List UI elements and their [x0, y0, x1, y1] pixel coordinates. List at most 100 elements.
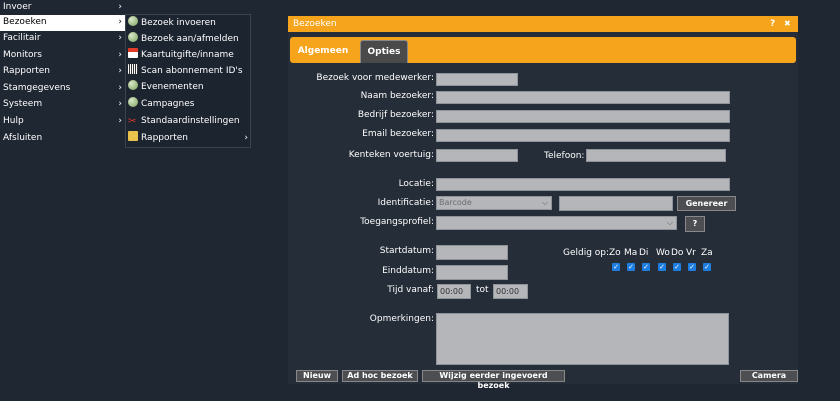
- submenu-item-kaartuitgifte[interactable]: Kaartuitgifte/inname: [128, 47, 248, 63]
- chevron-right-icon: ›: [118, 116, 122, 126]
- submenu-item-campagnes[interactable]: Campagnes: [128, 96, 248, 112]
- menu-label: Facilitair: [3, 33, 41, 43]
- chevron-down-icon: ⌵: [541, 198, 548, 207]
- medewerker-field[interactable]: [436, 73, 518, 86]
- menu-item-invoer[interactable]: Invoer ›: [0, 0, 125, 16]
- locatie-field[interactable]: [436, 178, 730, 191]
- chevron-down-icon: ⌵: [666, 218, 673, 227]
- day-label-zo: Zo: [609, 248, 621, 258]
- submenu-label: Kaartuitgifte/inname: [141, 50, 234, 60]
- menu-label: Afsluiten: [3, 133, 43, 143]
- menu-item-afsluiten[interactable]: Afsluiten: [0, 131, 125, 147]
- menu-item-systeem[interactable]: Systeem ›: [0, 97, 125, 113]
- scan-icon: [128, 64, 138, 74]
- identificatie-value: Barcode: [439, 198, 472, 207]
- globe-icon: [128, 16, 138, 26]
- email-label: Email bezoeker:: [362, 129, 434, 139]
- menu-label: Bezoeken: [3, 17, 47, 27]
- opmerkingen-textarea[interactable]: [436, 313, 729, 365]
- day-checkbox-ma[interactable]: ✓: [627, 263, 635, 271]
- submenu-label: Standaardinstellingen: [141, 116, 240, 126]
- tijd-tot-field[interactable]: 00:00: [493, 284, 528, 299]
- chevron-right-icon: ›: [118, 33, 122, 43]
- bezoeken-submenu: Bezoek invoeren Bezoek aan/afmelden Kaar…: [125, 14, 251, 148]
- kenteken-field[interactable]: [436, 149, 518, 162]
- adhoc-bezoek-button[interactable]: Ad hoc bezoek: [342, 370, 418, 382]
- card-icon: [128, 48, 138, 58]
- report-icon: [128, 131, 138, 141]
- toegangsprofiel-select[interactable]: ⌵: [436, 216, 677, 230]
- toegangsprofiel-label: Toegangsprofiel:: [360, 217, 434, 227]
- submenu-item-standaardinstellingen[interactable]: ✂ Standaardinstellingen: [128, 113, 248, 129]
- menu-label: Rapporten: [3, 66, 50, 76]
- tools-icon: ✂: [128, 116, 137, 127]
- wijzig-bezoek-button[interactable]: Wijzig eerder ingevoerd bezoek: [422, 370, 565, 390]
- submenu-label: Campagnes: [141, 99, 195, 109]
- camera-button[interactable]: Camera: [740, 370, 798, 382]
- day-label-do: Do: [671, 248, 684, 258]
- day-checkbox-za[interactable]: ✓: [703, 263, 711, 271]
- tot-label: tot: [476, 285, 489, 295]
- chevron-right-icon: ›: [118, 99, 122, 109]
- submenu-item-scan-abonnement[interactable]: Scan abonnement ID's: [128, 63, 248, 79]
- menu-label: Invoer: [3, 2, 32, 12]
- submenu-label: Bezoek aan/afmelden: [141, 34, 239, 44]
- submenu-item-evenementen[interactable]: Evenementen: [128, 79, 248, 95]
- day-checkbox-do[interactable]: ✓: [673, 263, 681, 271]
- toegangsprofiel-help-button[interactable]: ?: [685, 216, 705, 232]
- close-icon[interactable]: ✖: [784, 16, 791, 32]
- nieuw-button[interactable]: Nieuw: [296, 370, 338, 382]
- dialog-titlebar: Bezoeken ? ✖: [288, 16, 798, 32]
- submenu-item-bezoek-aanafmelden[interactable]: Bezoek aan/afmelden: [128, 31, 248, 47]
- email-field[interactable]: [436, 129, 730, 142]
- bedrijf-label: Bedrijf bezoeker:: [357, 110, 434, 120]
- einddatum-field[interactable]: [436, 265, 508, 280]
- day-label-ma: Ma: [624, 248, 638, 258]
- menu-label: Systeem: [3, 99, 43, 109]
- day-checkbox-wo[interactable]: ✓: [658, 263, 666, 271]
- identificatie-label: Identificatie:: [377, 198, 434, 208]
- day-label-vr: Vr: [686, 248, 696, 258]
- naam-field[interactable]: [436, 91, 730, 104]
- globe-icon: [128, 32, 138, 42]
- identificatie-select[interactable]: Barcode ⌵: [436, 196, 552, 210]
- submenu-item-bezoek-invoeren[interactable]: Bezoek invoeren: [128, 15, 248, 31]
- locatie-label: Locatie:: [398, 179, 434, 189]
- day-checkbox-zo[interactable]: ✓: [612, 263, 620, 271]
- identificatie-field[interactable]: [559, 196, 673, 211]
- menu-item-hulp[interactable]: Hulp ›: [0, 114, 125, 130]
- einddatum-label: Einddatum:: [382, 266, 434, 276]
- menu-label: Monitors: [3, 50, 42, 60]
- menu-item-rapporten[interactable]: Rapporten ›: [0, 64, 125, 80]
- telefoon-field[interactable]: [586, 149, 726, 162]
- day-checkbox-vr[interactable]: ✓: [688, 263, 696, 271]
- menu-item-stamgegevens[interactable]: Stamgegevens ›: [0, 81, 125, 97]
- telefoon-label: Telefoon:: [544, 151, 585, 161]
- menu-item-monitors[interactable]: Monitors ›: [0, 48, 125, 64]
- genereer-button[interactable]: Genereer: [677, 196, 736, 211]
- submenu-label: Evenementen: [141, 82, 204, 92]
- chevron-right-icon: ›: [118, 2, 122, 12]
- menu-label: Hulp: [3, 116, 24, 126]
- day-checkbox-di[interactable]: ✓: [642, 263, 650, 271]
- startdatum-label: Startdatum:: [379, 246, 434, 256]
- chevron-right-icon: ›: [118, 66, 122, 76]
- tijd-vanaf-field[interactable]: 00:00: [437, 284, 471, 299]
- chevron-right-icon: ›: [244, 133, 248, 143]
- submenu-item-rapporten[interactable]: Rapporten ›: [128, 130, 248, 146]
- chevron-right-icon: ›: [118, 17, 122, 27]
- bedrijf-field[interactable]: [436, 110, 730, 123]
- dialog-title: Bezoeken: [293, 19, 337, 29]
- medewerker-label: Bezoek voor medewerker:: [316, 73, 434, 83]
- help-icon[interactable]: ?: [770, 16, 775, 32]
- tab-opties[interactable]: Opties: [360, 40, 408, 63]
- day-label-wo: Wo: [656, 248, 670, 258]
- menu-label: Stamgegevens: [3, 83, 71, 93]
- submenu-label: Rapporten: [141, 133, 188, 143]
- submenu-label: Bezoek invoeren: [141, 18, 216, 28]
- menu-item-bezoeken[interactable]: Bezoeken ›: [0, 15, 125, 31]
- menu-item-facilitair[interactable]: Facilitair ›: [0, 31, 125, 47]
- tab-algemeen[interactable]: Algemeen: [294, 40, 352, 63]
- submenu-label: Scan abonnement ID's: [141, 66, 243, 76]
- startdatum-field[interactable]: [436, 245, 508, 260]
